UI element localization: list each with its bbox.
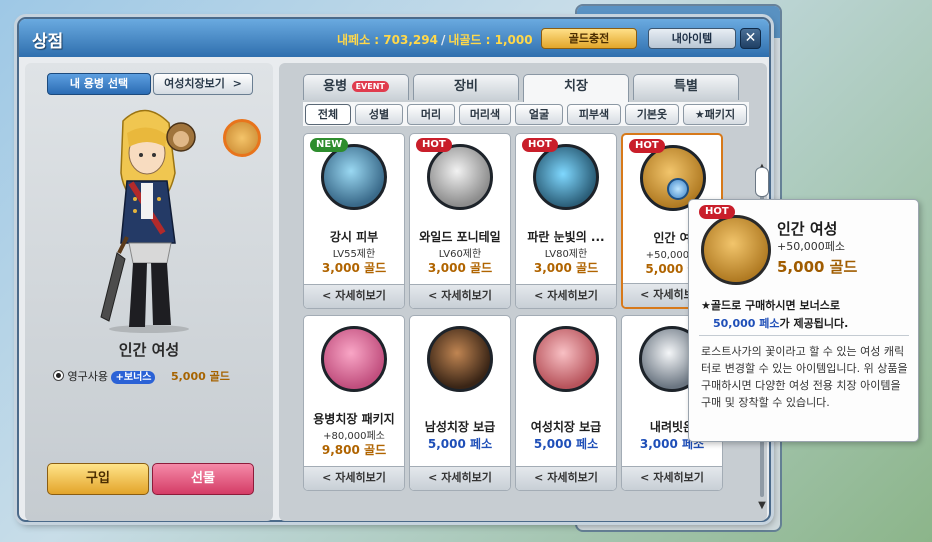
item-tooltip: HOT 인간 여성 +50,000페소 5,000 골드 ★골드로 구매하시면 … [688,199,919,442]
character-name: 인간 여성 [118,341,180,359]
bonus-badge: +보너스 [111,371,156,384]
item-price: 5,000 페소 [427,437,493,451]
female-costume-supply-icon [533,326,599,392]
titlebar: 상점 내페소 : 703,294/내골드 : 1,000 골드충전 내아이템 ✕ [19,19,769,57]
tooltip-item-name: 인간 여성 [777,220,838,238]
peso-balance: 내페소 : 703,294 [337,33,438,47]
subtab-face[interactable]: 얼굴 [515,104,563,125]
scroll-thumb[interactable] [755,167,769,197]
currency-display: 내페소 : 703,294/내골드 : 1,000 [337,33,533,47]
my-items-button[interactable]: 내아이템 [648,28,736,49]
item-name: 여성치장 보급 [530,420,602,434]
details-button[interactable]: < 자세히보기 [304,466,404,490]
jiangshi-skin-icon [321,144,387,210]
item-level-limit: LV60제한 [438,249,482,260]
tab-special[interactable]: 특별 [633,74,739,100]
details-button[interactable]: < 자세히보기 [622,466,722,490]
close-icon[interactable]: ✕ [740,28,761,49]
tooltip-notice-line1: ★골드로 구매하시면 보너스로 [701,299,840,312]
item-name: 와일드 포니테일 [419,230,501,244]
item-name: 남성치장 보급 [424,420,496,434]
tab-label: 용병 [323,79,348,94]
event-badge: EVENT [351,81,389,92]
hot-badge: HOT [416,138,452,152]
buy-button[interactable]: 구입 [47,463,149,495]
details-button[interactable]: < 자세히보기 [304,284,404,308]
item-level-limit: LV80제한 [544,249,588,260]
costume-package-icon [321,326,387,392]
option-label: 영구사용 [67,370,108,383]
option-price: 5,000 골드 [170,370,230,383]
gold-balance: 내골드 : 1,000 [448,33,533,47]
human-female-icon [701,215,771,285]
item-bonus: +80,000페소 [323,431,385,442]
tab-costume[interactable]: 치장 [523,74,629,102]
item-price: 9,800 골드 [321,443,387,457]
character-preview-panel: 내 용병 선택 여성치장보기 > 인간 여성 영구사용 +보너스 5,000 골… [25,63,273,521]
details-button[interactable]: < 자세히보기 [516,466,616,490]
item-card[interactable]: 남성치장 보급 5,000 페소 < 자세히보기 [409,315,511,491]
item-name: 용병치장 패키지 [313,412,395,426]
subtab-basic-clothes[interactable]: 기본옷 [625,104,679,125]
tab-mercenary[interactable]: 용병 EVENT [303,74,409,100]
subtab-package[interactable]: ★패키지 [683,104,747,125]
item-price: 3,000 골드 [533,261,599,275]
item-card[interactable]: 여성치장 보급 5,000 페소 < 자세히보기 [515,315,617,491]
character-preview [100,109,196,333]
item-price: 3,000 골드 [321,261,387,275]
tooltip-description: 로스트사가의 꽃이라고 할 수 있는 여성 캐릭터로 변경할 수 있는 아이템입… [701,345,908,409]
sub-category-tabs: 전체 성별 머리 머리색 얼굴 피부색 기본옷 ★패키지 [303,102,749,126]
tooltip-divider [699,335,909,336]
male-costume-supply-icon [427,326,493,392]
new-badge: NEW [310,138,349,152]
subtab-hair-color[interactable]: 머리색 [459,104,511,125]
magnifier-icon [667,178,689,200]
female-wardrobe-label: 여성치장보기 [164,77,225,90]
subtab-gender[interactable]: 성별 [355,104,403,125]
tooltip-price: 5,000 골드 [777,258,858,276]
details-button[interactable]: < 자세히보기 [516,284,616,308]
chevron-right-icon: > [232,77,242,90]
hot-badge: HOT [699,205,735,219]
item-price: 5,000 페소 [533,437,599,451]
gold-charge-button[interactable]: 골드충전 [541,28,637,49]
subtab-all[interactable]: 전체 [305,104,351,125]
permanent-use-option[interactable]: 영구사용 +보너스 5,000 골드 [53,368,253,386]
item-name: 강시 피부 [329,230,379,244]
item-name: 파란 눈빛의 ... [527,230,605,244]
gift-button[interactable]: 선물 [152,463,254,495]
scroll-down-icon[interactable]: ▼ [757,501,767,511]
item-card[interactable]: NEW 강시 피부 LV55제한 3,000 골드 < 자세히보기 [303,133,405,309]
item-card[interactable]: HOT 와일드 포니테일 LV60제한 3,000 골드 < 자세히보기 [409,133,511,309]
select-mercenary-button[interactable]: 내 용병 선택 [47,73,151,95]
item-price: 3,000 골드 [427,261,493,275]
female-wardrobe-button[interactable]: 여성치장보기 > [153,73,253,95]
item-card[interactable]: HOT 파란 눈빛의 ... LV80제한 3,000 골드 < 자세히보기 [515,133,617,309]
window-title: 상점 [32,32,64,52]
tooltip-bonus-highlight: 50,000 페소 [713,317,780,330]
details-button[interactable]: < 자세히보기 [410,466,510,490]
tab-equipment[interactable]: 장비 [413,74,519,100]
item-card[interactable]: 용병치장 패키지 +80,000페소 9,800 골드 < 자세히보기 [303,315,405,491]
character-avatar [223,119,261,157]
tooltip-notice-line2: 50,000 페소가 제공됩니다. [713,315,848,331]
radio-button[interactable] [53,370,64,381]
blue-eyes-face-icon [533,144,599,210]
hot-badge: HOT [629,139,665,153]
item-level-limit: LV55제한 [332,249,376,260]
shop-window: 상점 내페소 : 703,294/내골드 : 1,000 골드충전 내아이템 ✕… [17,17,771,522]
wild-ponytail-icon [427,144,493,210]
tooltip-notice-rest: 가 제공됩니다. [779,317,849,330]
hot-badge: HOT [522,138,558,152]
subtab-hair[interactable]: 머리 [407,104,455,125]
details-button[interactable]: < 자세히보기 [410,284,510,308]
subtab-skin-color[interactable]: 피부색 [567,104,621,125]
tooltip-bonus: +50,000페소 [777,240,845,253]
